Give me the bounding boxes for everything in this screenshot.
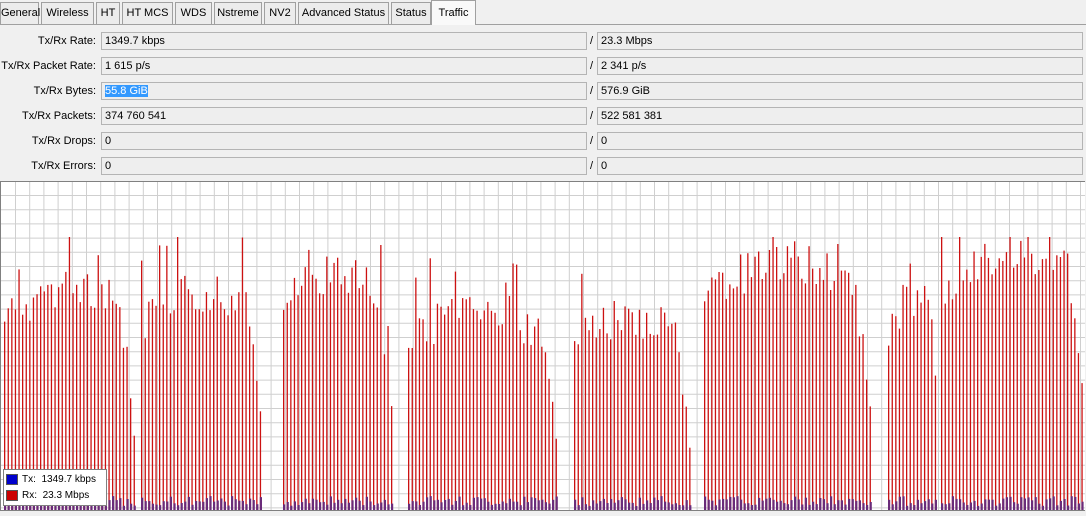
separator: / (590, 110, 594, 122)
legend-rx-text: Rx: 23.3 Mbps (22, 488, 89, 503)
tab-bar: General Wireless HT HT MCS WDS Nstreme N… (0, 0, 1086, 25)
tab-nv2[interactable]: NV2 (264, 2, 296, 24)
tab-traffic[interactable]: Traffic (431, 0, 476, 25)
tx-rx-rate-label: Tx/Rx Rate: (37, 35, 96, 47)
tab-ht-mcs[interactable]: HT MCS (122, 2, 173, 24)
tab-advanced-status[interactable]: Advanced Status (298, 2, 389, 24)
row-tx-rx-errors: Tx/Rx Errors: 0 / 0 (0, 157, 1086, 175)
traffic-graph (0, 181, 1085, 511)
row-tx-rx-bytes: Tx/Rx Bytes: 55.8 GiB / 576.9 GiB (0, 82, 1086, 100)
separator: / (590, 160, 594, 172)
legend-rx-label: Rx: (22, 490, 37, 501)
tx-drops-field[interactable]: 0 (101, 132, 587, 150)
tx-rx-packet-rate-label: Tx/Rx Packet Rate: (1, 60, 96, 72)
row-tx-rx-drops: Tx/Rx Drops: 0 / 0 (0, 132, 1086, 150)
rx-drops-field[interactable]: 0 (597, 132, 1083, 150)
separator: / (590, 35, 594, 47)
rx-packets-field[interactable]: 522 581 381 (597, 107, 1083, 125)
tx-bytes-field[interactable]: 55.8 GiB (101, 82, 587, 100)
tx-rx-packets-label: Tx/Rx Packets: (22, 110, 96, 122)
rx-errors-field[interactable]: 0 (597, 157, 1083, 175)
graph-bars (4, 237, 1084, 510)
legend-tx-value: 1349.7 kbps (41, 474, 96, 485)
tx-packets-field[interactable]: 374 760 541 (101, 107, 587, 125)
legend-tx-text: Tx: 1349.7 kbps (22, 472, 96, 487)
rx-packet-rate-field[interactable]: 2 341 p/s (597, 57, 1083, 75)
selected-text: 55.8 GiB (105, 85, 148, 97)
tx-rx-drops-label: Tx/Rx Drops: (31, 135, 96, 147)
tx-errors-field[interactable]: 0 (101, 157, 587, 175)
tab-status[interactable]: Status (391, 2, 431, 24)
separator: / (590, 135, 594, 147)
tab-ht[interactable]: HT (96, 2, 120, 24)
tx-rx-errors-label: Tx/Rx Errors: (31, 160, 96, 172)
rx-bytes-field[interactable]: 576.9 GiB (597, 82, 1083, 100)
row-tx-rx-rate: Tx/Rx Rate: 1349.7 kbps / 23.3 Mbps (0, 32, 1086, 50)
legend-rx-value: 23.3 Mbps (42, 490, 90, 501)
tab-general[interactable]: General (0, 2, 40, 24)
row-tx-rx-packets: Tx/Rx Packets: 374 760 541 / 522 581 381 (0, 107, 1086, 125)
tab-wds[interactable]: WDS (175, 2, 212, 24)
separator: / (590, 85, 594, 97)
tx-rx-bytes-label: Tx/Rx Bytes: (33, 85, 96, 97)
rx-color-swatch (6, 490, 18, 501)
tx-packet-rate-field[interactable]: 1 615 p/s (101, 57, 587, 75)
tab-nstreme[interactable]: Nstreme (214, 2, 262, 24)
tab-wireless[interactable]: Wireless (41, 2, 94, 24)
traffic-graph-canvas (1, 182, 1085, 510)
tx-rate-field[interactable]: 1349.7 kbps (101, 32, 587, 50)
separator: / (590, 60, 594, 72)
row-tx-rx-packet-rate: Tx/Rx Packet Rate: 1 615 p/s / 2 341 p/s (0, 57, 1086, 75)
tx-color-swatch (6, 474, 18, 485)
graph-legend: Tx: 1349.7 kbps Rx: 23.3 Mbps (3, 469, 107, 506)
legend-tx-label: Tx: (22, 474, 36, 485)
rx-rate-field[interactable]: 23.3 Mbps (597, 32, 1083, 50)
